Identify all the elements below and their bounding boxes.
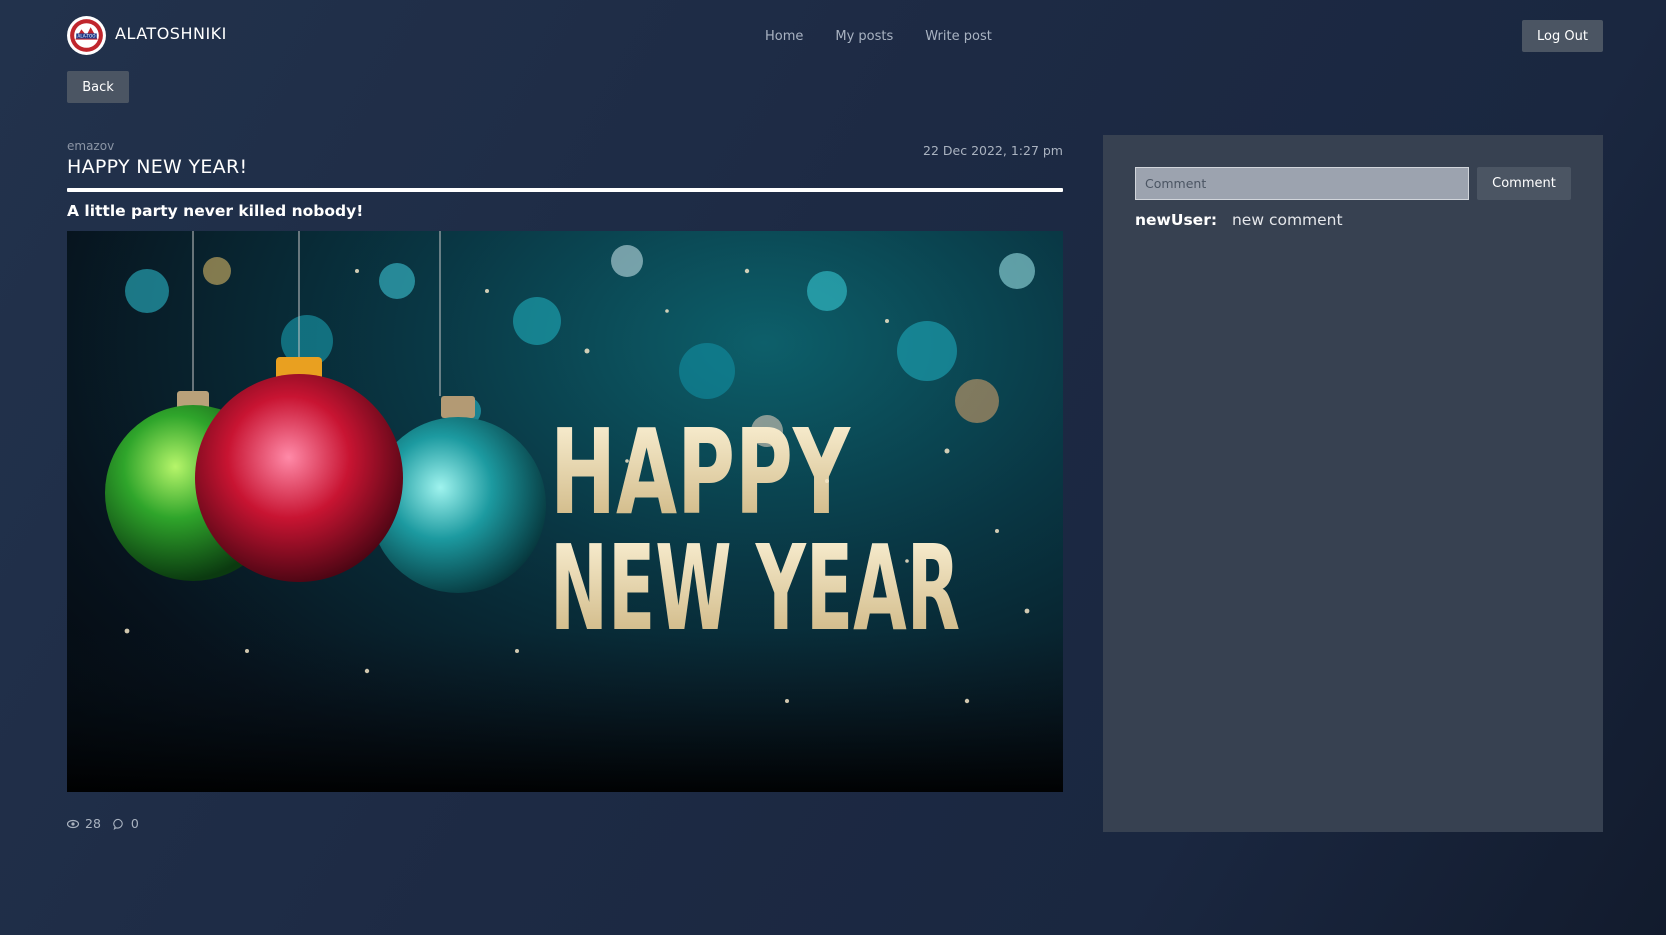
logout-button[interactable]: Log Out [1522,20,1603,52]
post-stats: 28 0 [67,816,139,831]
nav-my-posts[interactable]: My posts [835,29,893,44]
post-image-art: HAPPY NEW YEAR [67,231,1063,792]
comment-author: newUser: [1135,211,1218,229]
post-author[interactable]: emazov [67,139,1063,153]
post-image: HAPPY NEW YEAR [67,231,1063,792]
back-button[interactable]: Back [67,71,129,103]
comment-count: 0 [130,816,139,831]
post-title: HAPPY NEW YEAR! [67,156,248,178]
post: emazov 22 Dec 2022, 1:27 pm HAPPY NEW YE… [67,139,1063,220]
comment-submit-button[interactable]: Comment [1477,167,1571,200]
post-date: 22 Dec 2022, 1:27 pm [923,143,1063,158]
comments-panel: Comment newUser: new comment [1103,135,1603,832]
nav-write-post[interactable]: Write post [925,29,992,44]
post-subtitle: A little party never killed nobody! [67,202,364,220]
comment-input[interactable] [1135,167,1469,200]
logo-icon[interactable]: ALA-TOO [66,15,107,56]
brand-name[interactable]: ALATOSHNIKI [115,24,227,43]
image-text-new-year: NEW YEAR [550,519,960,657]
comment-item: newUser: new comment [1135,211,1343,229]
view-count: 28 [85,816,101,831]
title-divider [67,188,1063,192]
eye-icon [67,819,79,828]
main-nav: Home My posts Write post [765,29,992,44]
logo-text: ALA-TOO [78,34,96,39]
comment-bubble-icon [113,818,123,830]
nav-home[interactable]: Home [765,29,803,44]
comment-text: new comment [1231,211,1343,229]
